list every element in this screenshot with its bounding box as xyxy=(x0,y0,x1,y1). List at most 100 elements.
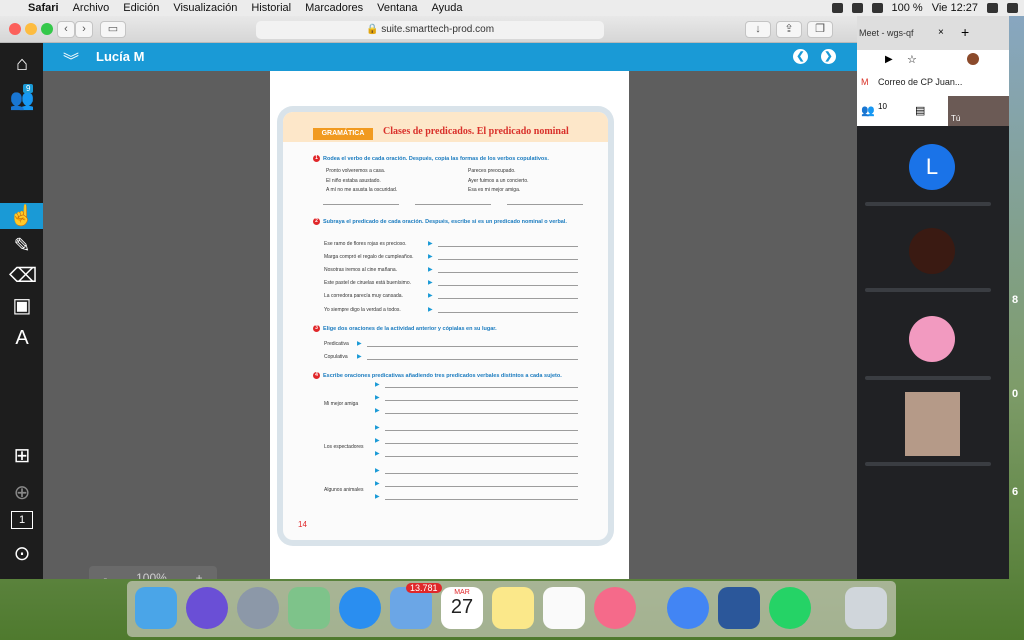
tab-strip: Meet - wgs-qf × + xyxy=(857,16,1009,50)
menu-archivo[interactable]: Archivo xyxy=(73,0,110,16)
minimize-window-button[interactable] xyxy=(25,23,37,35)
answer-line[interactable] xyxy=(415,204,491,205)
participant-name-bar xyxy=(865,202,991,206)
answer-line[interactable] xyxy=(385,499,578,500)
students-badge: 9 xyxy=(23,84,34,93)
answer-line[interactable] xyxy=(385,400,578,401)
exercise-4-title: 4 Escribe oraciones predicativas añadiend… xyxy=(313,372,575,379)
close-window-button[interactable] xyxy=(9,23,21,35)
trash-icon[interactable] xyxy=(845,587,887,629)
tool-sidebar: ⌂ 👥 9 ☝ ✎ ⌫ ▣ A ⊞ ⊕ 1 ⊙ xyxy=(0,43,43,579)
answer-line[interactable] xyxy=(385,486,578,487)
address-bar[interactable]: 🔒 suite.smarttech-prod.com xyxy=(256,21,604,39)
maps-icon[interactable] xyxy=(288,587,330,629)
gmail-icon: M xyxy=(861,77,869,87)
ex1-sentence: El niño estaba asustado. xyxy=(326,178,381,184)
zoom-out-button[interactable]: - xyxy=(103,566,107,579)
answer-line[interactable] xyxy=(438,272,578,273)
star-icon[interactable]: ☆ xyxy=(907,53,917,66)
back-icon[interactable]: ‹ xyxy=(57,21,75,38)
chrome-icon[interactable] xyxy=(667,587,709,629)
share-icon[interactable]: ⇪ xyxy=(776,21,802,38)
page-down-icon[interactable]: ⊙ xyxy=(9,541,35,567)
camera-icon[interactable]: ▶ xyxy=(885,54,893,65)
prev-page-icon[interactable]: ❮ xyxy=(793,49,808,64)
tab-meet[interactable]: Meet - wgs-qf xyxy=(859,28,914,38)
pen-icon[interactable]: ✎ xyxy=(9,233,35,259)
close-tab-icon[interactable]: × xyxy=(938,27,944,38)
answer-line[interactable] xyxy=(367,346,578,347)
arrow-icon: ▶ xyxy=(375,425,380,431)
side-number: 8 xyxy=(1012,294,1019,306)
dropbox-icon[interactable] xyxy=(831,3,843,13)
new-tab-icon[interactable]: + xyxy=(961,24,969,40)
side-number: 6 xyxy=(1012,486,1019,498)
add-image-icon[interactable]: ▣ xyxy=(9,293,35,319)
menu-edicion[interactable]: Edición xyxy=(123,0,159,16)
answer-line[interactable] xyxy=(385,430,578,431)
clock[interactable]: Vie 12:27 xyxy=(932,0,978,16)
answer-line[interactable] xyxy=(438,246,578,247)
zoom-in-button[interactable]: + xyxy=(196,566,203,579)
answer-line[interactable] xyxy=(438,259,578,260)
answer-line[interactable] xyxy=(385,387,578,388)
page-up-icon[interactable]: ⊕ xyxy=(9,480,35,506)
participant-avatar xyxy=(909,228,955,274)
calendar-icon[interactable]: MAR 27 xyxy=(441,587,483,629)
sidebar-toggle-icon[interactable]: ▭ xyxy=(100,21,126,38)
answer-line[interactable] xyxy=(385,413,578,414)
add-page-icon[interactable]: ⊞ xyxy=(9,443,35,469)
chat-icon[interactable]: ▤ xyxy=(915,104,925,117)
answer-line[interactable] xyxy=(385,473,578,474)
forward-icon[interactable]: › xyxy=(75,21,93,38)
participant-video xyxy=(905,392,960,456)
siri-icon[interactable] xyxy=(186,587,228,629)
spotlight-icon[interactable] xyxy=(987,3,998,13)
volume-icon[interactable] xyxy=(871,3,883,13)
lesson-page: GRAMÁTICA Clases de predicados. El predi… xyxy=(270,71,629,579)
answer-line[interactable] xyxy=(507,204,583,205)
lesson-canvas: GRAMÁTICA Clases de predicados. El predi… xyxy=(43,71,857,579)
wifi-icon[interactable] xyxy=(851,3,863,13)
reminders-icon[interactable] xyxy=(543,587,585,629)
collapse-chevron-icon[interactable]: ︾ xyxy=(63,47,79,71)
music-icon[interactable] xyxy=(594,587,636,629)
page-number-indicator[interactable]: 1 xyxy=(11,511,33,529)
answer-line[interactable] xyxy=(385,456,578,457)
answer-line[interactable] xyxy=(438,285,578,286)
launchpad-icon[interactable] xyxy=(237,587,279,629)
answer-line[interactable] xyxy=(367,359,578,360)
whatsapp-icon[interactable] xyxy=(769,587,811,629)
next-page-icon[interactable]: ❯ xyxy=(821,49,836,64)
downloads-icon[interactable]: ↓ xyxy=(745,21,771,38)
eraser-icon[interactable]: ⌫ xyxy=(9,263,37,289)
safari-window: ‹ › ▭ 🔒 suite.smarttech-prod.com ↓ ⇪ ❐ ⌂… xyxy=(0,16,857,579)
profile-avatar[interactable] xyxy=(967,53,979,65)
participant-avatar xyxy=(909,316,955,362)
tabs-icon[interactable]: ❐ xyxy=(807,21,833,38)
answer-line[interactable] xyxy=(438,298,578,299)
menu-ventana[interactable]: Ventana xyxy=(377,0,417,16)
control-center-icon[interactable] xyxy=(1007,3,1018,13)
mail-icon[interactable] xyxy=(390,587,432,629)
menu-visualizacion[interactable]: Visualización xyxy=(173,0,237,16)
menu-safari[interactable]: Safari xyxy=(28,0,59,16)
menu-ayuda[interactable]: Ayuda xyxy=(432,0,463,16)
text-tool-icon[interactable]: A xyxy=(9,325,35,351)
answer-line[interactable] xyxy=(323,204,399,205)
home-icon[interactable]: ⌂ xyxy=(9,51,35,77)
answer-line[interactable] xyxy=(438,312,578,313)
notes-icon[interactable] xyxy=(492,587,534,629)
section-tag: GRAMÁTICA xyxy=(313,128,373,140)
participants-icon[interactable]: 👥 xyxy=(861,104,875,117)
menu-marcadores[interactable]: Marcadores xyxy=(305,0,363,16)
safari-icon[interactable] xyxy=(339,587,381,629)
word-icon[interactable] xyxy=(718,587,760,629)
select-hand-icon[interactable]: ☝ xyxy=(0,203,43,229)
finder-icon[interactable] xyxy=(135,587,177,629)
answer-line[interactable] xyxy=(385,443,578,444)
menu-historial[interactable]: Historial xyxy=(251,0,291,16)
participant-name-bar xyxy=(865,288,991,292)
zoom-window-button[interactable] xyxy=(41,23,53,35)
bookmark-correo[interactable]: Correo de CP Juan... xyxy=(878,77,962,87)
